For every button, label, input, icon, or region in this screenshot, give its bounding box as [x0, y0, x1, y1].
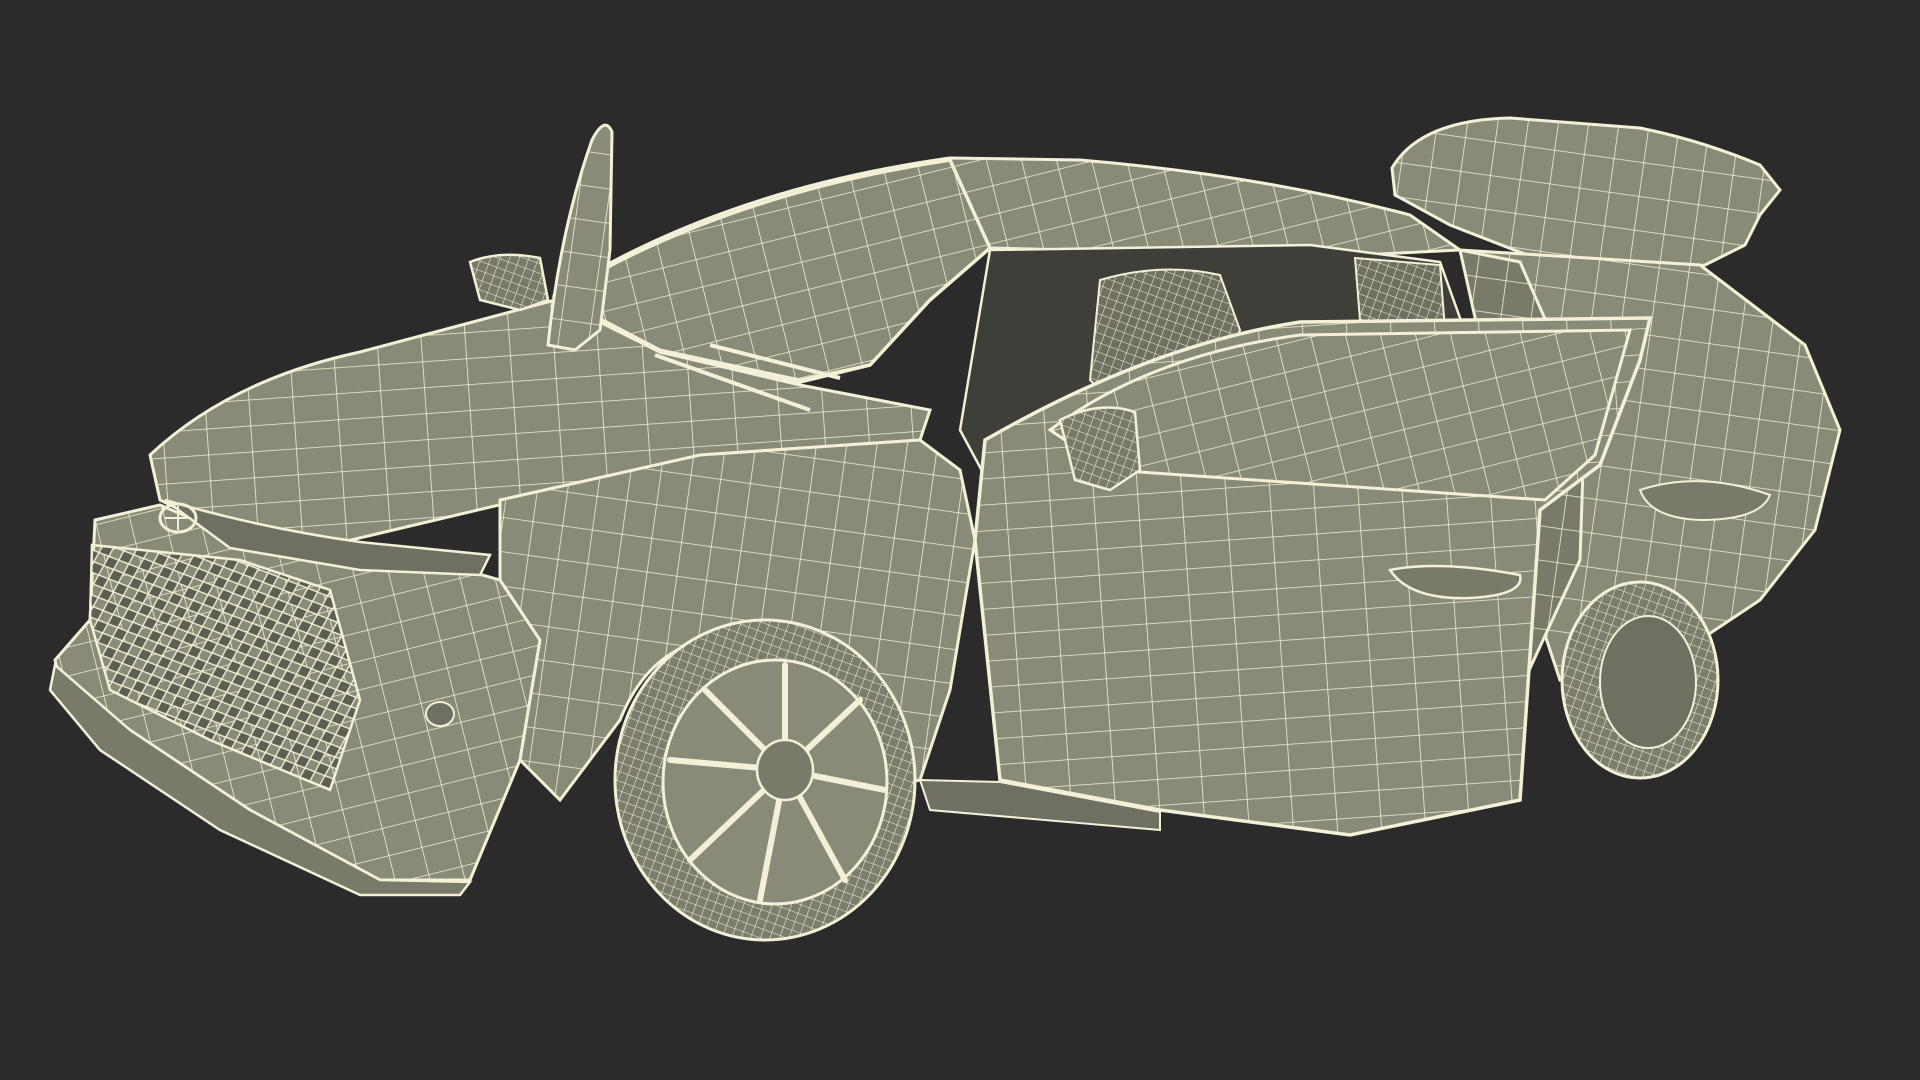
- front-wheel: [613, 618, 917, 942]
- render-viewport: [0, 0, 1920, 1080]
- fog-light: [425, 701, 455, 727]
- wheel-hub: [755, 738, 815, 802]
- rear-wheel: [1560, 580, 1720, 780]
- car-wireframe-model: [48, 116, 1842, 942]
- front-bumper: [48, 498, 542, 897]
